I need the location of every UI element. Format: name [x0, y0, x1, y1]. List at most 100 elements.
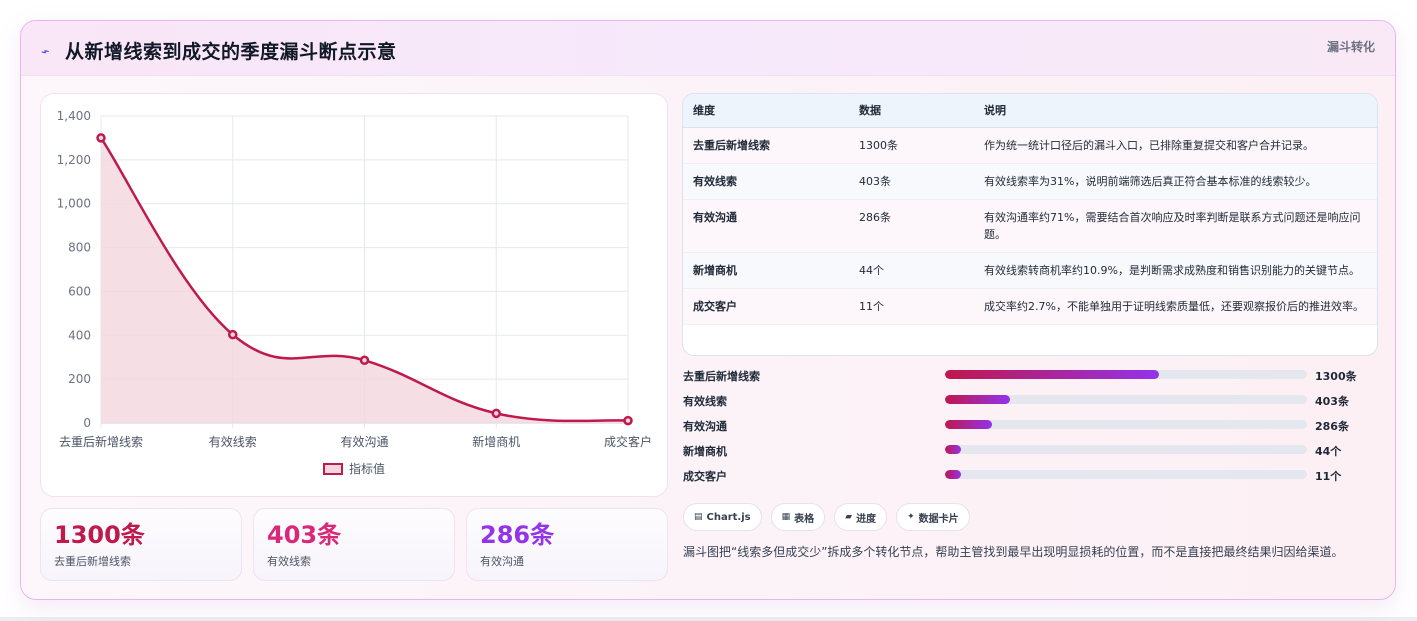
line-chart: 0 200 400 600 800 1,000 1,200 1,400 去重后新增线索 有效线索 有…	[57, 109, 652, 449]
progress-value: 1300条	[1315, 370, 1357, 383]
progress-value: 11个	[1315, 470, 1342, 483]
legend-swatch	[322, 462, 343, 475]
x-tick-label: 有效线索	[209, 434, 257, 449]
progress-label: 有效线索	[683, 395, 727, 408]
column-header: 数据	[849, 94, 974, 128]
funnel-card: ⌁ 从新增线索到成交的季度漏斗断点示意 漏斗转化 0 200 400 600 800 1,…	[20, 20, 1396, 600]
table-row: 有效线索 403条 有效线索率为31%，说明前端筛选后真正符合基本标准的线索较少…	[683, 163, 1377, 200]
progress-track	[945, 420, 1307, 429]
progress-value: 44个	[1315, 445, 1342, 458]
y-tick-label: 800	[68, 241, 91, 255]
data-point	[359, 355, 370, 366]
x-tick-label: 去重后新增线索	[59, 434, 143, 449]
table-cell: 新增商机	[683, 252, 849, 289]
title-wrap: ⌁ 从新增线索到成交的季度漏斗断点示意	[38, 37, 397, 64]
table-cell: 有效线索转商机率约10.9%，是判断需求成熟度和销售识别能力的关键节点。	[974, 252, 1377, 289]
data-point	[228, 329, 238, 340]
column-header: 说明	[974, 94, 1377, 128]
progress-row: 成交客户 11个	[683, 465, 1363, 490]
chip-chartjs[interactable]: ▤ Chart.js	[683, 503, 762, 531]
table-cell: 286条	[849, 199, 974, 253]
progress-fill	[945, 445, 962, 454]
table-cell: 成交率约2.7%，不能单独用于证明线索质量低，还要观察报价后的推进效率。	[974, 288, 1377, 325]
y-tick-label: 400	[68, 328, 91, 342]
chart-icon: ▤	[694, 512, 703, 522]
stat-value: 1300条	[54, 521, 145, 549]
progress-track	[945, 470, 1307, 479]
progress-fill	[945, 370, 1159, 379]
progress-fill	[945, 395, 1011, 404]
progress-row: 新增商机 44个	[683, 440, 1363, 465]
chip-label: 数据卡片	[918, 513, 959, 525]
category-tag: 漏斗转化	[1326, 40, 1375, 54]
data-point	[623, 415, 633, 426]
chip-label: 进度	[856, 513, 877, 525]
table-cell: 去重后新增线索	[683, 127, 849, 164]
progress-list: 去重后新增线索 1300条 有效线索 403条 有效沟通 286条 新增商机 4…	[683, 365, 1363, 490]
progress-row: 有效沟通 286条	[683, 415, 1363, 440]
table-cell: 有效线索率为31%，说明前端筛选后真正符合基本标准的线索较少。	[974, 163, 1377, 200]
chip-label: 表格	[794, 513, 815, 525]
column-header: 维度	[683, 94, 849, 128]
chip-table[interactable]: ▦ 表格	[770, 503, 826, 531]
stat-value: 286条	[480, 521, 555, 549]
progress-row: 去重后新增线索 1300条	[683, 365, 1363, 390]
page-bottom-edge	[0, 617, 1417, 621]
table-row: 有效沟通 286条 有效沟通率约71%，需要结合首次响应及时率判断是联系方式问题…	[683, 199, 1377, 253]
card-header: ⌁ 从新增线索到成交的季度漏斗断点示意 漏斗转化	[21, 21, 1395, 76]
table-cell: 403条	[849, 163, 974, 200]
y-tick-label: 200	[68, 372, 91, 386]
x-tick-label: 成交客户	[604, 434, 652, 449]
y-tick-label: 1,200	[57, 153, 91, 167]
table-row: 成交客户 11个 成交率约2.7%，不能单独用于证明线索质量低，还要观察报价后的…	[683, 288, 1377, 325]
stat-label: 有效线索	[267, 555, 311, 568]
progress-label: 去重后新增线索	[683, 370, 760, 383]
pulse-icon: ⌁	[38, 42, 53, 61]
y-tick-label: 600	[68, 284, 91, 298]
progress-track	[945, 445, 1307, 454]
progress-icon: ▰	[845, 512, 853, 522]
data-point	[491, 408, 501, 419]
x-tick-label: 新增商机	[472, 434, 520, 449]
table-cell: 1300条	[849, 127, 974, 164]
table-cell: 作为统一统计口径后的漏斗入口，已排除重复提交和客户合并记录。	[974, 127, 1377, 164]
progress-track	[945, 370, 1307, 379]
chart-legend[interactable]: 指标值	[41, 460, 667, 477]
table-icon: ▦	[781, 512, 791, 522]
table-cell: 有效沟通率约71%，需要结合首次响应及时率判断是联系方式问题还是响应问题。	[974, 199, 1377, 253]
progress-fill	[945, 420, 993, 429]
table-cell: 有效沟通	[683, 199, 849, 253]
y-tick-label: 1,400	[57, 109, 91, 123]
chip-data-card[interactable]: ✦ 数据卡片	[896, 503, 970, 531]
progress-track	[945, 395, 1307, 404]
feature-chips: ▤ Chart.js ▦ 表格 ▰ 进度 ✦ 数据卡片	[683, 503, 970, 531]
table-cell: 有效线索	[683, 163, 849, 200]
chip-progress[interactable]: ▰ 进度	[834, 503, 888, 531]
progress-label: 成交客户	[683, 470, 727, 483]
table-cell: 成交客户	[683, 288, 849, 325]
table-row: 新增商机 44个 有效线索转商机率约10.9%，是判断需求成熟度和销售识别能力的…	[683, 252, 1377, 289]
progress-row: 有效线索 403条	[683, 390, 1363, 415]
progress-fill	[945, 470, 962, 479]
data-table: 维度 数据 说明 去重后新增线索 1300条 作为统一统计口径后的漏斗入口，已排…	[683, 94, 1377, 325]
table-cell: 11个	[849, 288, 974, 325]
data-point	[96, 133, 106, 143]
progress-label: 有效沟通	[683, 420, 727, 433]
description-note: 漏斗图把“线索多但成交少”拆成多个转化节点，帮助主管找到最早出现明显损耗的位置，…	[683, 545, 1344, 559]
progress-label: 新增商机	[683, 445, 727, 458]
page-title: 从新增线索到成交的季度漏斗断点示意	[65, 41, 397, 63]
stat-label: 去重后新增线索	[54, 555, 131, 568]
table-header-row: 维度 数据 说明	[683, 94, 1377, 128]
progress-value: 286条	[1315, 420, 1349, 433]
stat-card-valid-contact: 286条 有效沟通	[466, 508, 668, 581]
table-cell: 44个	[849, 252, 974, 289]
stat-card-valid-leads: 403条 有效线索	[253, 508, 455, 581]
chip-label: Chart.js	[706, 511, 751, 523]
card-icon: ✦	[907, 512, 915, 522]
stat-label: 有效沟通	[480, 555, 524, 568]
stat-card-leads: 1300条 去重后新增线索	[40, 508, 242, 581]
data-table-panel: 维度 数据 说明 去重后新增线索 1300条 作为统一统计口径后的漏斗入口，已排…	[682, 93, 1378, 356]
table-row: 去重后新增线索 1300条 作为统一统计口径后的漏斗入口，已排除重复提交和客户合…	[683, 127, 1377, 164]
progress-value: 403条	[1315, 395, 1349, 408]
legend-label: 指标值	[348, 462, 385, 476]
